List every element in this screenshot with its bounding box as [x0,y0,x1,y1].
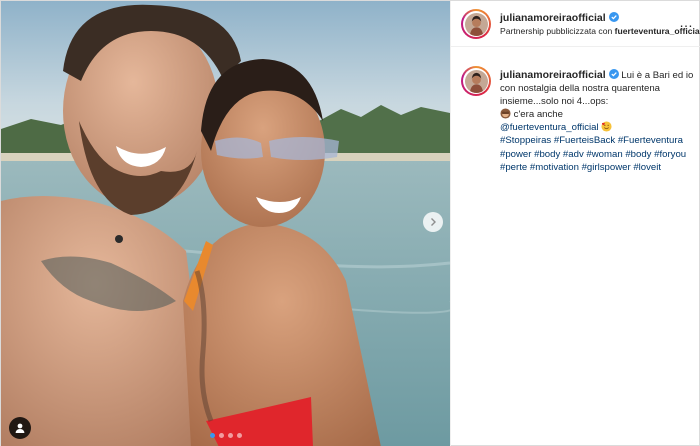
instagram-post: julianamoreiraofficial Partnership pubbl… [0,0,700,446]
see-no-evil-monkey-icon [500,108,511,119]
post-username[interactable]: julianamoreiraofficial [500,12,619,24]
partnership-prefix: Partnership pubblicizzata con [500,26,613,36]
chevron-right-icon [431,218,436,226]
smiling-hearts-face-icon [601,121,612,132]
verified-badge-icon [608,12,619,22]
mention-link[interactable]: @fuerteventura_official [500,122,599,133]
avatar[interactable] [461,9,491,39]
carousel-next-button[interactable] [423,212,443,232]
tagged-users-button[interactable] [9,417,31,439]
post-side-panel: julianamoreiraofficial Partnership pubbl… [450,1,700,446]
hashtags[interactable]: #Stoppeiras #FuerteisBack #Fuerteventura… [500,135,686,172]
post-header: julianamoreiraofficial Partnership pubbl… [451,1,700,47]
profile-photo [464,12,488,36]
carousel-dot [218,433,224,438]
carousel-dots [1,433,450,438]
carousel-dot [236,433,242,438]
post-caption: julianamoreiraofficial Lui è a Bari ed i… [500,69,696,174]
paid-partnership-label: Partnership pubblicizzata con fuertevent… [500,26,700,36]
person-tag-icon [15,423,25,433]
verified-badge-icon [608,69,619,79]
carousel-dot [227,433,233,438]
caption-username[interactable]: julianamoreiraofficial [500,69,619,81]
caption-avatar[interactable] [461,66,491,96]
beach-selfie-image [1,1,450,446]
caption-text-continued: c'era anche [513,109,563,121]
carousel-dot-active [209,433,215,438]
more-options-button[interactable]: … [679,15,694,29]
profile-photo [464,69,488,93]
post-photo[interactable] [1,1,450,446]
